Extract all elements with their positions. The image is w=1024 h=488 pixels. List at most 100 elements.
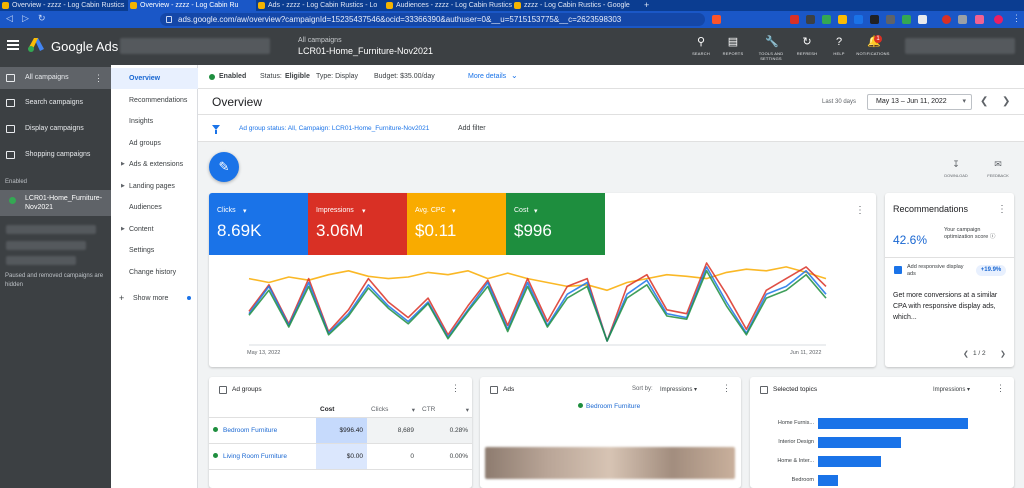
feedback-button[interactable]: ✉ FEEDBACK — [984, 159, 1012, 178]
campaign-name[interactable]: LCR01-Home_Furniture-Nov2021 — [298, 46, 433, 56]
next-recommendation-icon[interactable]: ❯ — [1000, 350, 1006, 358]
page-menu-item-content[interactable]: ▶ Content — [111, 219, 198, 240]
help-tool[interactable]: ? HELP — [824, 36, 854, 56]
more-options-icon[interactable]: ⋮ — [722, 383, 731, 394]
recommendation-body[interactable]: Get more conversions at a similar CPA wi… — [893, 290, 1008, 323]
page-menu-item-recommendations[interactable]: Recommendations — [111, 90, 198, 111]
metric-card-impressions[interactable]: Impressions ▾ 3.06M — [308, 193, 407, 255]
more-options-icon[interactable]: ⋮ — [997, 204, 1007, 215]
edit-fab-icon[interactable]: ✎ — [209, 152, 239, 182]
extension-icon[interactable] — [870, 15, 879, 24]
extensions-puzzle-icon[interactable] — [975, 15, 984, 24]
reload-icon[interactable]: ↻ — [38, 13, 46, 24]
extension-icon[interactable] — [822, 15, 831, 24]
topic-bar[interactable] — [818, 418, 968, 429]
dropdown-arrow-icon[interactable]: ▾ — [452, 207, 456, 215]
browser-tab[interactable]: zzzz - Log Cabin Rustics - Google — [512, 0, 640, 11]
campaign-blurred[interactable] — [6, 241, 86, 250]
forward-icon[interactable]: ▷ — [22, 13, 29, 24]
more-options-icon[interactable]: ⋮ — [451, 383, 460, 394]
ad-group-link[interactable]: Bedroom Furniture — [578, 403, 640, 410]
profile-avatar[interactable] — [994, 15, 1003, 24]
previous-recommendation-icon[interactable]: ❮ — [963, 350, 969, 358]
page-menu-item-settings[interactable]: Settings — [111, 240, 198, 261]
notifications-tool[interactable]: 🔔 NOTIFICATIONS — [856, 36, 890, 56]
browser-tab[interactable]: Overview - zzzz - Log Cabin Rustics — [0, 0, 128, 11]
browser-menu-icon[interactable]: ⋮ — [1012, 13, 1021, 24]
browser-tab-active[interactable]: Overview - zzzz - Log Cabin Ru — [128, 0, 256, 11]
page-menu-item-audiences[interactable]: Audiences — [111, 197, 198, 218]
refresh-tool[interactable]: ↻ REFRESH — [792, 36, 822, 56]
sidebar-item-all-campaigns[interactable]: All campaigns ⋮ — [0, 67, 111, 89]
page-menu-item-overview[interactable]: Overview — [111, 68, 198, 89]
brave-shield-icon[interactable] — [712, 15, 721, 24]
tools-settings-tool[interactable]: 🔧 TOOLS AND SETTINGS — [754, 36, 788, 61]
ad-preview-image[interactable] — [485, 447, 735, 479]
page-menu-item-insights[interactable]: Insights — [111, 111, 198, 132]
new-tab-icon[interactable]: + — [642, 0, 654, 11]
next-period-icon[interactable]: ❯ — [1002, 96, 1010, 107]
extension-icon[interactable] — [886, 15, 895, 24]
extension-icon[interactable] — [902, 15, 911, 24]
table-row[interactable]: Bedroom Furniture $996.40 8,689 0.28% — [209, 417, 472, 444]
more-options-icon[interactable]: ⋮ — [94, 67, 103, 89]
download-button[interactable]: ↧ DOWNLOAD — [942, 159, 970, 178]
extension-icon[interactable] — [958, 15, 967, 24]
more-details-link[interactable]: More details — [468, 73, 506, 80]
account-switcher-blurred[interactable] — [905, 38, 1015, 54]
page-menu-item-landing-pages[interactable]: ▶ Landing pages — [111, 176, 198, 197]
page-menu-item-ad-groups[interactable]: Ad groups — [111, 133, 198, 154]
hamburger-menu-icon[interactable] — [7, 40, 19, 50]
more-options-icon[interactable]: ⋮ — [855, 205, 865, 216]
page-menu-item-ads-extensions[interactable]: ▶ Ads & extensions — [111, 154, 198, 175]
sidebar-item-search-campaigns[interactable]: Search campaigns — [0, 92, 111, 114]
campaign-blurred[interactable] — [6, 225, 96, 234]
extension-icon[interactable] — [790, 15, 799, 24]
column-header-ctr[interactable]: CTR ▾ — [418, 403, 472, 418]
browser-tab[interactable]: Audiences - zzzz - Log Cabin Rustics — [384, 0, 512, 11]
metric-card-cost[interactable]: Cost ▾ $996 — [506, 193, 605, 255]
metric-card-clicks[interactable]: Clicks ▾ 8.69K — [209, 193, 308, 255]
sidebar-item-display-campaigns[interactable]: Display campaigns — [0, 118, 111, 140]
column-header-cost[interactable]: Cost — [316, 403, 367, 418]
extension-icon[interactable] — [806, 15, 815, 24]
info-icon[interactable]: ⓘ — [990, 234, 996, 240]
dropdown-arrow-icon[interactable]: ▾ — [362, 207, 366, 215]
recommendation-title[interactable]: Add responsive display ads — [907, 264, 967, 278]
sort-select[interactable]: Impressions ▾ — [660, 386, 697, 393]
table-row[interactable]: Living Room Furniture $0.00 0 0.00% — [209, 443, 472, 470]
topic-bar[interactable] — [818, 437, 901, 448]
dropdown-arrow-icon[interactable]: ▾ — [534, 207, 538, 215]
search-tool[interactable]: ⚲ SEARCH — [686, 36, 716, 56]
more-options-icon[interactable]: ⋮ — [996, 383, 1005, 394]
dropdown-arrow-icon[interactable]: ▾ — [243, 207, 247, 215]
date-range-select[interactable]: May 13 – Jun 11, 2022 — [867, 94, 972, 110]
column-header-clicks[interactable]: Clicks ▾ — [367, 403, 418, 418]
breadcrumb[interactable]: All campaigns — [298, 37, 342, 44]
ad-group-name[interactable]: Bedroom Furniture — [209, 417, 316, 444]
extension-icon[interactable] — [918, 15, 927, 24]
sidebar-item-campaign[interactable]: LCR01-Home_Furniture-Nov2021 — [0, 190, 111, 216]
campaign-budget[interactable]: Budget: $35.00/day — [374, 73, 435, 80]
reports-tool[interactable]: ▤ REPORTS — [718, 36, 748, 56]
browser-tab[interactable]: Ads - zzzz - Log Cabin Rustics - Lo — [256, 0, 384, 11]
page-menu-item-change-history[interactable]: Change history — [111, 262, 198, 283]
active-filter[interactable]: Ad group status: All, Campaign: LCR01-Ho… — [239, 125, 429, 132]
ad-group-name[interactable]: Living Room Furniture — [209, 443, 316, 470]
sort-select[interactable]: Impressions ▾ — [933, 386, 970, 393]
chevron-down-icon[interactable]: ⌄ — [511, 71, 518, 80]
previous-period-icon[interactable]: ❮ — [980, 96, 988, 107]
address-bar[interactable]: ads.google.com/aw/overview?campaignId=15… — [160, 13, 705, 26]
campaign-blurred[interactable] — [6, 256, 76, 265]
filter-icon[interactable] — [212, 125, 220, 134]
extension-icon[interactable] — [854, 15, 863, 24]
topic-bar[interactable] — [818, 475, 838, 486]
sidebar-item-shopping-campaigns[interactable]: Shopping campaigns — [0, 144, 111, 166]
back-icon[interactable]: ◁ — [6, 13, 13, 24]
extension-icon[interactable] — [942, 15, 951, 24]
topic-bar[interactable] — [818, 456, 881, 467]
add-filter-button[interactable]: Add filter — [458, 125, 486, 132]
campaign-state[interactable]: Enabled — [219, 73, 246, 80]
page-menu-show-more[interactable]: + Show more — [111, 288, 198, 309]
metric-card-avg-cpc[interactable]: Avg. CPC ▾ $0.11 — [407, 193, 506, 255]
